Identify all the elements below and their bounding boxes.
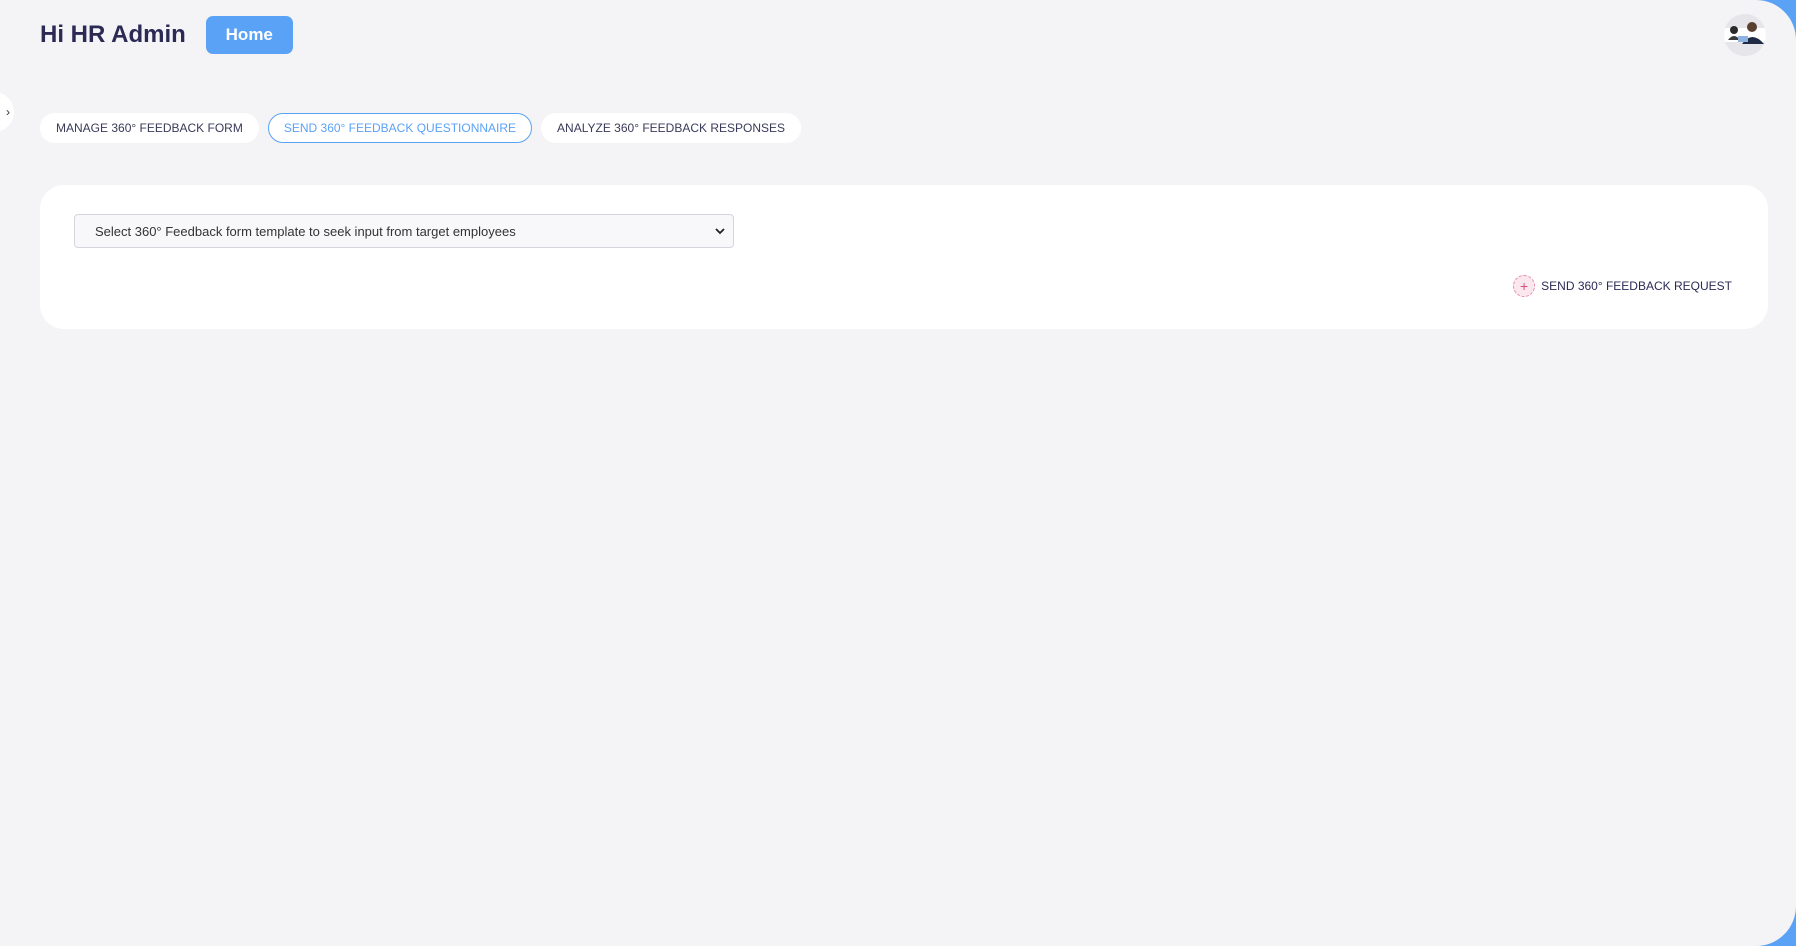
tab-send-feedback-questionnaire[interactable]: SEND 360° FEEDBACK QUESTIONNAIRE [267, 113, 533, 143]
user-avatar-icon [1724, 14, 1766, 56]
chevron-down-icon [715, 224, 725, 238]
template-select-value: Select 360° Feedback form template to se… [95, 223, 516, 239]
tab-label: MANAGE 360° FEEDBACK FORM [56, 121, 243, 135]
send-questionnaire-card: Select 360° Feedback form template to se… [40, 185, 1768, 329]
send-feedback-request-button[interactable]: + SEND 360° FEEDBACK REQUEST [1513, 275, 1732, 297]
page-title: Hi HR Admin [40, 21, 186, 48]
avatar[interactable] [1724, 14, 1766, 56]
tab-label: SEND 360° FEEDBACK QUESTIONNAIRE [283, 121, 517, 135]
app-window: › Hi HR Admin Home MANAGE 360° FEEDBACK … [0, 0, 1796, 946]
home-button[interactable]: Home [205, 16, 293, 54]
plus-circle-icon: + [1513, 275, 1536, 297]
feedback-tabs: MANAGE 360° FEEDBACK FORM SEND 360° FEED… [40, 113, 802, 143]
tab-manage-feedback-form[interactable]: MANAGE 360° FEEDBACK FORM [40, 113, 259, 143]
tab-analyze-feedback-responses[interactable]: ANALYZE 360° FEEDBACK RESPONSES [541, 113, 802, 143]
tab-label: ANALYZE 360° FEEDBACK RESPONSES [557, 121, 786, 135]
sidebar-toggle[interactable]: › [0, 92, 14, 132]
page-header: Hi HR Admin Home [40, 16, 293, 54]
template-select[interactable]: Select 360° Feedback form template to se… [74, 214, 734, 248]
send-feedback-request-label: SEND 360° FEEDBACK REQUEST [1541, 279, 1732, 293]
chevron-right-icon: › [6, 105, 10, 119]
